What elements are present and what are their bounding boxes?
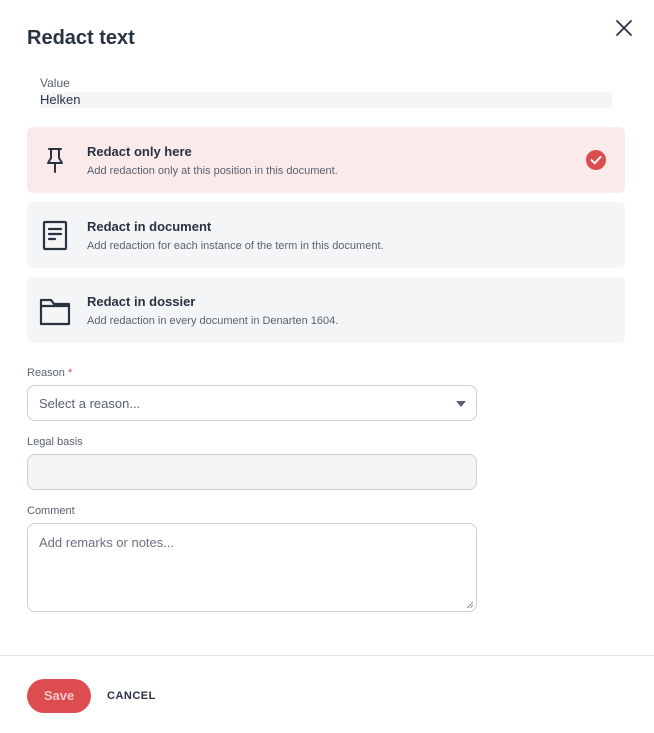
reason-label-text: Reason <box>27 367 65 379</box>
option-title: Redact in document <box>87 219 212 234</box>
redact-dialog: Redact text Value Helken Redact only her… <box>0 0 654 733</box>
option-redact-in-dossier[interactable]: Redact in dossier Add redaction in every… <box>27 277 625 343</box>
resize-handle-icon[interactable] <box>466 601 474 609</box>
cancel-button[interactable]: CANCEL <box>107 690 156 702</box>
legal-basis-label: Legal basis <box>27 436 83 448</box>
reason-placeholder: Select a reason... <box>39 396 141 411</box>
comment-placeholder: Add remarks or notes... <box>39 535 175 550</box>
caret-down-icon <box>456 401 466 407</box>
value-text: Helken <box>40 92 612 108</box>
required-mark: * <box>67 367 73 379</box>
comment-label: Comment <box>27 505 75 517</box>
option-description: Add redaction only at this position in t… <box>87 165 338 177</box>
footer-divider <box>0 655 654 656</box>
save-button[interactable]: Save <box>27 679 91 713</box>
legal-basis-field <box>27 454 477 490</box>
option-title: Redact in dossier <box>87 294 196 309</box>
dialog-title: Redact text <box>27 27 135 49</box>
document-icon <box>42 220 68 251</box>
reason-label: Reason * <box>27 367 72 379</box>
reason-select[interactable]: Select a reason... <box>27 385 477 421</box>
option-description: Add redaction for each instance of the t… <box>87 240 384 252</box>
option-redact-only-here[interactable]: Redact only here Add redaction only at t… <box>27 127 625 193</box>
value-label: Value <box>40 76 70 90</box>
option-redact-in-document[interactable]: Redact in document Add redaction for eac… <box>27 202 625 268</box>
pin-icon <box>47 148 63 173</box>
check-circle-icon <box>586 150 606 170</box>
close-icon <box>616 20 632 36</box>
comment-textarea[interactable]: Add remarks or notes... <box>27 523 477 612</box>
option-description: Add redaction in every document in Denar… <box>87 315 339 327</box>
value-field: Value Helken <box>40 76 612 108</box>
close-button[interactable] <box>612 16 636 40</box>
option-title: Redact only here <box>87 144 192 159</box>
folder-icon <box>39 298 71 326</box>
